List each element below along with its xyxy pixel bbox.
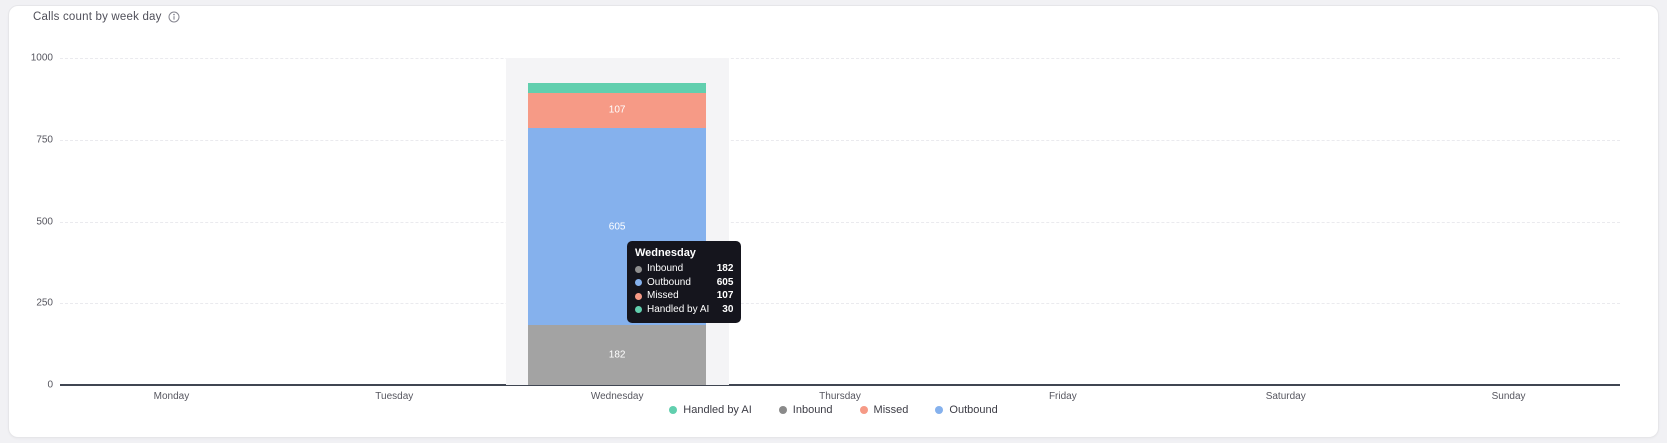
chart-legend: Handled by AI Inbound Missed Outbound <box>0 404 1667 416</box>
legend-item-outbound[interactable]: Outbound <box>935 404 998 416</box>
y-axis-label-250: 250 <box>36 297 53 309</box>
tooltip-title: Wednesday <box>635 247 696 259</box>
x-axis-label-monday: Monday <box>153 391 190 402</box>
missed-legend-dot-icon <box>859 406 868 414</box>
tooltip-row-inbound: Inbound 182 <box>635 263 733 276</box>
tooltip-label: Handled by AI <box>647 303 710 315</box>
legend-label: Outbound <box>949 404 998 416</box>
legend-label: Inbound <box>792 404 833 416</box>
bar-value-label-inbound: 182 <box>608 349 626 361</box>
tooltip-value: 107 <box>716 290 734 301</box>
x-axis-label-saturday: Saturday <box>1265 391 1306 402</box>
legend-label: Missed <box>873 404 909 416</box>
inbound-dot-icon <box>635 265 642 273</box>
tooltip-rows: Inbound 182 Outbound 605 Missed 107 Handled by… <box>635 263 733 316</box>
legend-item-inbound[interactable]: Inbound <box>778 404 833 416</box>
gridline-750 <box>60 139 1620 141</box>
bar-segment-handled-by-ai[interactable] <box>528 82 707 93</box>
legend-label: Handled by AI <box>683 404 752 416</box>
y-axis-label-0: 0 <box>47 379 53 391</box>
x-axis-label-thursday: Thursday <box>819 391 861 402</box>
missed-dot-icon <box>635 292 642 300</box>
y-axis-label-500: 500 <box>36 216 53 227</box>
gridline-500 <box>60 221 1620 223</box>
tooltip-row-missed: Missed 107 <box>635 290 733 303</box>
tooltip-value: 30 <box>722 303 734 315</box>
dashboard-page: Calls count by week day 107 605 182 Sunday S… <box>0 0 1667 443</box>
calls-by-weekday-chart: 107 605 182 Sunday Saturday Friday Thursday Wed… <box>0 0 1667 443</box>
outbound-legend-dot-icon <box>935 406 944 414</box>
tooltip-value: 182 <box>716 263 734 274</box>
bar-value-label-outbound: 605 <box>608 221 626 233</box>
gridline-250 <box>60 303 1620 305</box>
legend-item-handled-by-ai[interactable]: Handled by AI <box>669 404 752 416</box>
x-axis-label-tuesday: Tuesday <box>375 391 414 402</box>
inbound-legend-dot-icon <box>778 406 787 414</box>
x-axis-label-friday: Friday <box>1048 391 1077 402</box>
handled-by-ai-legend-dot-icon <box>669 406 678 414</box>
x-axis-label-sunday: Sunday <box>1491 391 1526 402</box>
tooltip-value: 605 <box>716 276 734 288</box>
y-axis-label-1000: 1000 <box>30 52 53 64</box>
chart-tooltip: Wednesday Inbound 182 Outbound 605 Missed 107… <box>627 241 742 323</box>
x-axis-line <box>60 384 1620 386</box>
tooltip-label: Inbound <box>647 263 684 274</box>
tooltip-label: Missed <box>647 290 679 301</box>
y-axis-label-750: 750 <box>36 134 53 146</box>
tooltip-row-handled-by-ai: Handled by AI 30 <box>635 304 733 317</box>
bar-value-label-missed: 107 <box>608 104 626 116</box>
tooltip-row-outbound: Outbound 605 <box>635 277 733 290</box>
outbound-dot-icon <box>635 279 642 287</box>
gridline-1000 <box>60 58 1620 59</box>
tooltip-label: Outbound <box>647 276 691 288</box>
x-axis-label-wednesday: Wednesday <box>590 391 644 402</box>
handled-by-ai-dot-icon <box>635 306 642 314</box>
legend-item-missed[interactable]: Missed <box>859 404 909 416</box>
